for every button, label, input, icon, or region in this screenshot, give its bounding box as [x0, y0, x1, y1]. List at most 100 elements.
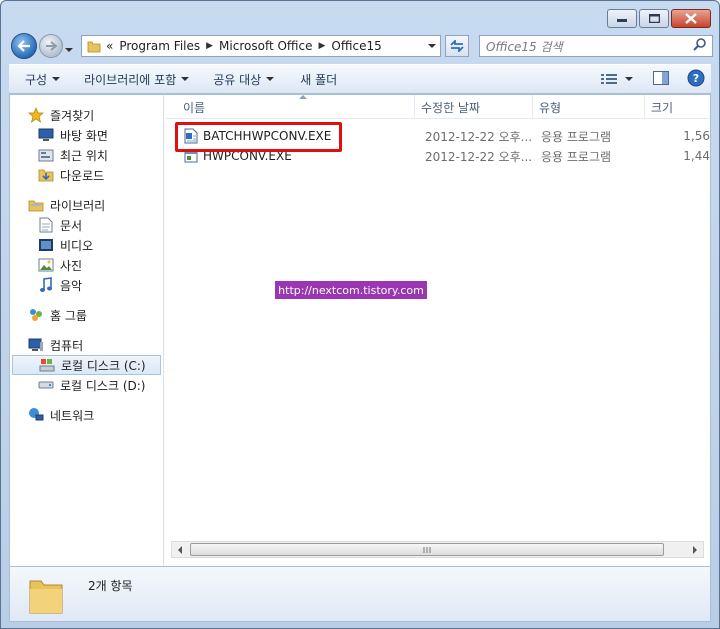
nav-libraries[interactable]: 라이브러리 — [10, 195, 163, 215]
address-dropdown[interactable] — [424, 44, 440, 48]
close-button[interactable] — [671, 9, 711, 28]
toolbar-right: ? — [601, 69, 711, 90]
breadcrumb-overflow[interactable]: « — [106, 39, 113, 53]
chevron-down-icon — [428, 44, 436, 48]
file-name: HWPCONV.EXE — [203, 149, 292, 163]
search-box[interactable]: Office15 검색 — [479, 35, 713, 57]
executable-file-icon — [183, 128, 199, 144]
breadcrumb-separator-icon[interactable]: ▶ — [206, 41, 213, 51]
pictures-icon — [38, 257, 54, 273]
nav-desktop-label: 바탕 화면 — [60, 128, 108, 143]
breadcrumb-microsoft-office[interactable]: Microsoft Office — [219, 39, 312, 53]
refresh-icon — [450, 40, 464, 52]
search-icon[interactable] — [693, 38, 706, 54]
folder-icon — [86, 38, 102, 54]
nav-documents-label: 문서 — [60, 218, 83, 233]
column-type[interactable]: 유형 — [533, 95, 645, 119]
file-type: 응용 프로그램 — [541, 129, 612, 144]
scroll-track[interactable] — [188, 542, 687, 557]
preview-pane-button[interactable] — [653, 70, 669, 88]
file-name: BATCHHWPCONV.EXE — [203, 129, 332, 143]
maximize-icon — [648, 14, 660, 23]
file-list: 이름 수정한 날짜 유형 크기 BATCHHWPCONV.EXE 2012-12… — [165, 95, 710, 566]
navigation-pane: 즐겨찾기 바탕 화면 최근 위치 다운로드 라이브러리 문서 비디오 사진 음악… — [10, 95, 164, 566]
chevron-down-icon — [52, 77, 61, 81]
details-pane: 2개 항목 — [9, 567, 711, 622]
nav-recent-places[interactable]: 최근 위치 — [10, 145, 163, 165]
view-options-button[interactable] — [601, 73, 633, 85]
folder-large-icon — [28, 575, 64, 618]
explorer-window: « Program Files ▶ Microsoft Office ▶ Off… — [0, 0, 720, 629]
search-placeholder: Office15 검색 — [486, 39, 563, 54]
file-type: 응용 프로그램 — [541, 149, 612, 164]
organize-label: 구성 — [25, 72, 48, 87]
chevron-down-icon — [65, 48, 73, 52]
nav-network[interactable]: 네트워크 — [10, 405, 163, 425]
recent-places-icon — [38, 147, 54, 163]
chevron-down-icon — [181, 77, 190, 81]
nav-music[interactable]: 음악 — [10, 275, 163, 295]
file-date: 2012-12-22 오후... — [425, 129, 533, 144]
refresh-button[interactable] — [445, 35, 469, 57]
arrow-right-icon — [46, 41, 57, 51]
main-panes: 즐겨찾기 바탕 화면 최근 위치 다운로드 라이브러리 문서 비디오 사진 음악… — [9, 94, 711, 567]
view-details-icon — [601, 74, 617, 84]
nav-network-label: 네트워크 — [50, 408, 95, 423]
minimize-icon — [617, 18, 627, 22]
file-size: 1,44 — [683, 149, 710, 163]
nav-favorites[interactable]: 즐겨찾기 — [10, 105, 163, 125]
recent-pages-dropdown[interactable] — [65, 41, 73, 55]
share-with-label: 공유 대상 — [213, 72, 262, 87]
arrow-left-icon — [17, 40, 30, 52]
nav-computer[interactable]: 컴퓨터 — [10, 335, 163, 355]
file-row[interactable]: BATCHHWPCONV.EXE 2012-12-22 오후... 응용 프로그… — [165, 126, 710, 146]
nav-videos[interactable]: 비디오 — [10, 235, 163, 255]
minimize-button[interactable] — [607, 9, 637, 28]
nav-downloads[interactable]: 다운로드 — [10, 165, 163, 185]
scroll-right-icon[interactable] — [687, 542, 703, 557]
chevron-down-icon — [625, 77, 633, 81]
item-count: 2개 항목 — [88, 579, 133, 593]
new-folder-button[interactable]: 새 폴더 — [286, 65, 349, 93]
include-in-library-button[interactable]: 라이브러리에 포함 — [72, 65, 201, 93]
nav-drive-d[interactable]: 로컬 디스크 (D:) — [10, 375, 163, 395]
help-button[interactable]: ? — [687, 69, 705, 90]
column-date-modified[interactable]: 수정한 날짜 — [415, 95, 533, 119]
file-row[interactable]: HWPCONV.EXE 2012-12-22 오후... 응용 프로그램 1,4… — [165, 146, 710, 166]
nav-drive-c-label: 로컬 디스크 (C:) — [61, 358, 146, 373]
grip-icon — [423, 546, 431, 553]
computer-icon — [28, 337, 44, 353]
organize-button[interactable]: 구성 — [19, 65, 72, 93]
chevron-down-icon — [266, 77, 275, 81]
column-name[interactable]: 이름 — [165, 95, 415, 119]
preview-pane-icon — [653, 70, 669, 85]
column-size[interactable]: 크기 — [645, 95, 710, 119]
nav-music-label: 음악 — [60, 278, 83, 293]
nav-homegroup[interactable]: 홈 그룹 — [10, 305, 163, 325]
scroll-thumb[interactable] — [190, 543, 664, 556]
address-bar[interactable]: « Program Files ▶ Microsoft Office ▶ Off… — [81, 35, 441, 57]
new-folder-label: 새 폴더 — [300, 72, 338, 87]
nav-pictures[interactable]: 사진 — [10, 255, 163, 275]
nav-desktop[interactable]: 바탕 화면 — [10, 125, 163, 145]
star-icon — [28, 107, 44, 123]
share-with-button[interactable]: 공유 대상 — [201, 65, 286, 93]
horizontal-scrollbar[interactable] — [171, 541, 704, 558]
back-button[interactable] — [11, 33, 37, 59]
breadcrumb-program-files[interactable]: Program Files — [119, 39, 200, 53]
library-icon — [28, 197, 44, 213]
nav-libraries-label: 라이브러리 — [50, 198, 106, 213]
drive-icon — [38, 377, 54, 393]
documents-icon — [38, 217, 54, 233]
scroll-left-icon[interactable] — [172, 542, 188, 557]
breadcrumb-separator-icon[interactable]: ▶ — [319, 41, 326, 51]
nav-computer-label: 컴퓨터 — [50, 338, 84, 353]
navigation-bar: « Program Files ▶ Microsoft Office ▶ Off… — [9, 31, 713, 61]
include-in-library-label: 라이브러리에 포함 — [84, 72, 177, 87]
forward-button[interactable] — [39, 34, 63, 58]
nav-drive-c[interactable]: 로컬 디스크 (C:) — [12, 355, 161, 375]
breadcrumb-office15[interactable]: Office15 — [331, 39, 381, 53]
maximize-button[interactable] — [639, 9, 669, 28]
videos-icon — [38, 237, 54, 253]
nav-documents[interactable]: 문서 — [10, 215, 163, 235]
